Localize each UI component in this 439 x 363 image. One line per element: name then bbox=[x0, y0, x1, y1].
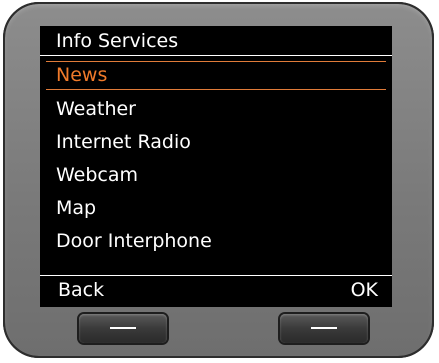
menu-item-internet-radio[interactable]: Internet Radio bbox=[56, 130, 191, 154]
left-softkey-button[interactable] bbox=[79, 314, 167, 343]
right-softkey-button[interactable] bbox=[280, 314, 368, 343]
softkey-back-label[interactable]: Back bbox=[58, 278, 104, 302]
minus-icon bbox=[311, 327, 337, 329]
display-screen: Info Services News Weather Internet Radi… bbox=[40, 26, 392, 307]
menu-item-weather[interactable]: Weather bbox=[56, 97, 136, 121]
menu-item-webcam[interactable]: Webcam bbox=[56, 163, 138, 187]
selection-top-line bbox=[46, 61, 386, 62]
menu-item-door-interphone[interactable]: Door Interphone bbox=[56, 229, 212, 253]
softkey-ok-label[interactable]: OK bbox=[351, 278, 378, 302]
title-divider bbox=[40, 55, 392, 56]
menu-item-news[interactable]: News bbox=[56, 63, 107, 87]
menu-item-map[interactable]: Map bbox=[56, 196, 96, 220]
screen-title: Info Services bbox=[56, 30, 179, 52]
minus-icon bbox=[110, 327, 136, 329]
selection-bottom-line bbox=[46, 89, 386, 90]
softkey-divider bbox=[40, 275, 392, 276]
